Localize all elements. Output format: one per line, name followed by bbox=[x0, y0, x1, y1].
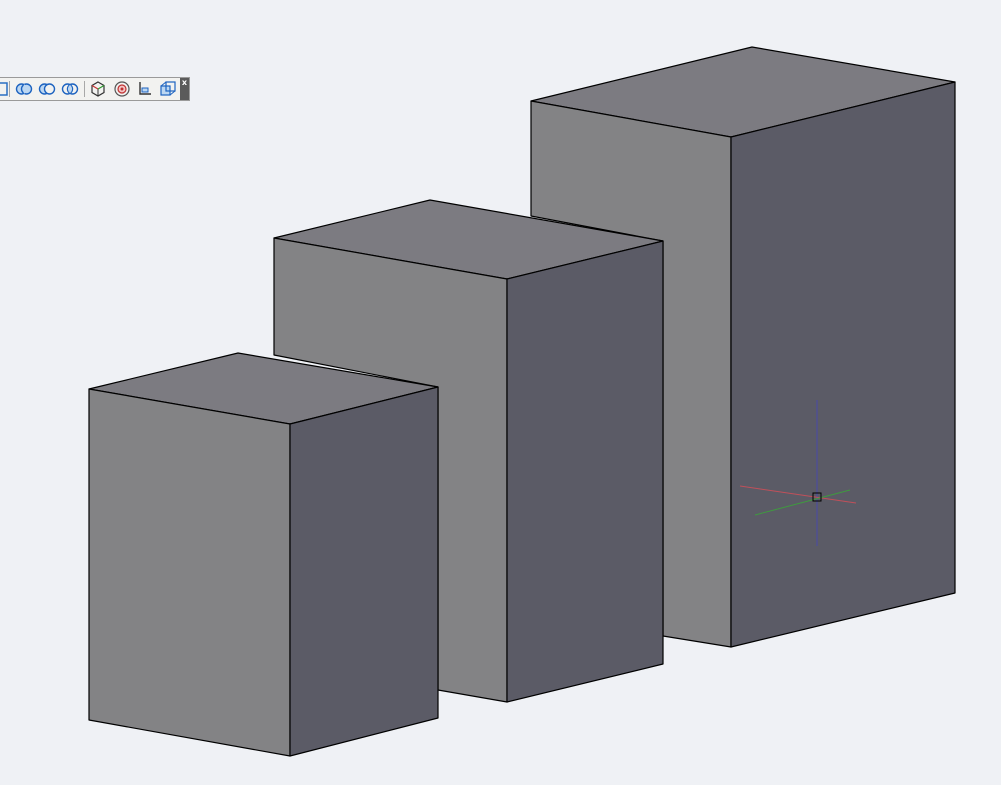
toolbar-close-button[interactable]: x bbox=[180, 78, 189, 100]
model-space[interactable] bbox=[0, 0, 1001, 785]
orbit-icon[interactable] bbox=[112, 80, 132, 98]
box-large-side[interactable] bbox=[730, 81, 956, 648]
ucs-icon[interactable] bbox=[135, 80, 155, 98]
union-icon[interactable] bbox=[14, 80, 34, 98]
3d-views-icon[interactable] bbox=[158, 80, 178, 98]
close-icon: x bbox=[181, 78, 188, 87]
box-small[interactable] bbox=[88, 352, 439, 757]
partial-icon[interactable] bbox=[0, 80, 12, 98]
subtract-icon[interactable] bbox=[37, 80, 57, 98]
box-small-front[interactable] bbox=[88, 388, 291, 757]
solid-editing-toolbar[interactable]: x bbox=[0, 77, 190, 101]
view-cube-icon[interactable] bbox=[88, 80, 108, 98]
toolbar-separator bbox=[84, 81, 85, 97]
drawing-viewport[interactable]: x bbox=[0, 0, 1001, 785]
toolbar-separator bbox=[9, 81, 10, 97]
box-medium-side[interactable] bbox=[506, 240, 664, 703]
intersect-icon[interactable] bbox=[60, 80, 80, 98]
box-small-side[interactable] bbox=[289, 386, 439, 757]
